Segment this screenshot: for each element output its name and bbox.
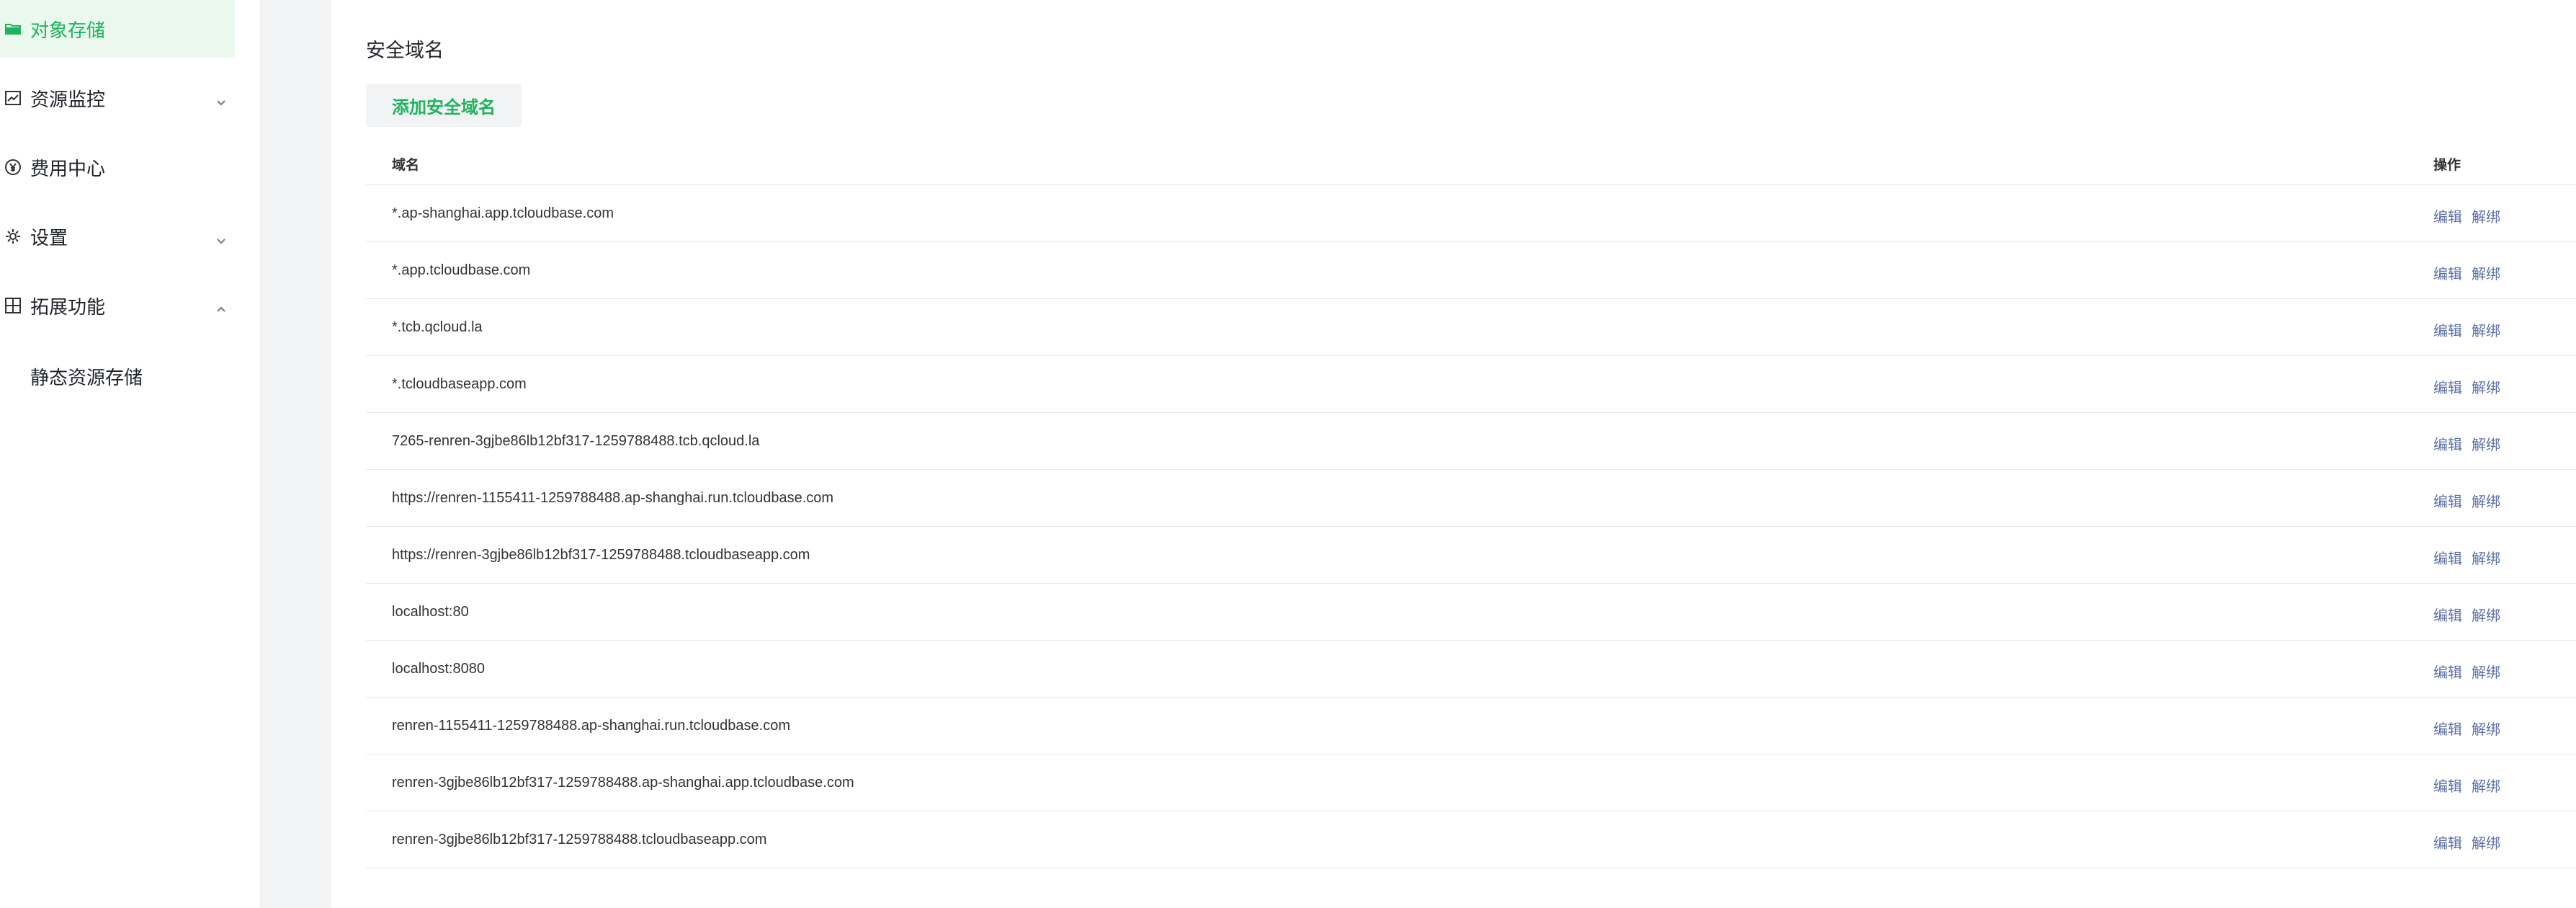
sidebar-item-label: 费用中心 [30, 157, 106, 179]
table-row: *.tcloudbaseapp.com 编辑 解绑 [366, 356, 2576, 413]
edit-link[interactable]: 编辑 [2433, 547, 2462, 568]
domain-cell: *.tcloudbaseapp.com [392, 376, 527, 392]
add-domain-button[interactable]: 添加安全域名 [366, 84, 522, 127]
unbind-link[interactable]: 解绑 [2472, 205, 2500, 226]
table-header: 域名 操作 [366, 138, 2576, 185]
unbind-link[interactable]: 解绑 [2472, 832, 2500, 853]
chevron-down-icon[interactable] [215, 230, 228, 244]
edit-link[interactable]: 编辑 [2433, 433, 2462, 454]
grid-icon [4, 297, 22, 314]
domain-cell: https://renren-1155411-1259788488.ap-sha… [392, 490, 834, 506]
edit-link[interactable]: 编辑 [2433, 661, 2462, 682]
sidebar-subitem-static-storage[interactable]: 静态资源存储 [30, 363, 143, 390]
domain-cell: 7265-renren-3gjbe86lb12bf317-1259788488.… [392, 433, 760, 449]
page-title: 安全域名 [366, 40, 444, 61]
edit-link[interactable]: 编辑 [2433, 775, 2462, 796]
table-row: 7265-renren-3gjbe86lb12bf317-1259788488.… [366, 413, 2576, 470]
sidebar-item-label: 资源监控 [30, 88, 106, 110]
sidebar-item-label: 拓展功能 [30, 295, 106, 318]
sidebar-item-resource-monitor[interactable]: 资源监控 [0, 69, 235, 127]
chevron-down-icon[interactable] [215, 92, 228, 106]
sidebar-item-billing[interactable]: 费用中心 [0, 138, 235, 196]
domain-cell: *.tcb.qcloud.la [392, 319, 483, 335]
layout-gutter [259, 0, 331, 908]
domain-cell: renren-1155411-1259788488.ap-shanghai.ru… [392, 718, 790, 734]
edit-link[interactable]: 编辑 [2433, 832, 2462, 853]
edit-link[interactable]: 编辑 [2433, 718, 2462, 739]
table-row: *.tcb.qcloud.la 编辑 解绑 [366, 299, 2576, 356]
domain-cell: localhost:8080 [392, 661, 485, 677]
domain-table: 域名 操作 *.ap-shanghai.app.tcloudbase.com 编辑… [366, 138, 2576, 868]
sidebar-item-label: 对象存储 [30, 19, 106, 41]
table-row: *.app.tcloudbase.com 编辑 解绑 [366, 242, 2576, 299]
column-header-actions: 操作 [2433, 158, 2461, 173]
domain-cell: renren-3gjbe86lb12bf317-1259788488.ap-sh… [392, 775, 854, 791]
domain-cell: renren-3gjbe86lb12bf317-1259788488.tclou… [392, 832, 767, 847]
table-row: https://renren-1155411-1259788488.ap-sha… [366, 470, 2576, 527]
domain-cell: https://renren-3gjbe86lb12bf317-12597884… [392, 547, 810, 563]
table-row: https://renren-3gjbe86lb12bf317-12597884… [366, 527, 2576, 584]
table-row: *.ap-shanghai.app.tcloudbase.com 编辑 解绑 [366, 185, 2576, 242]
edit-link[interactable]: 编辑 [2433, 376, 2462, 397]
sidebar-item-extensions[interactable]: 拓展功能 [0, 277, 235, 334]
domain-cell: localhost:80 [392, 604, 469, 620]
edit-link[interactable]: 编辑 [2433, 205, 2462, 226]
sidebar-item-object-storage[interactable]: 对象存储 [0, 0, 235, 58]
unbind-link[interactable]: 解绑 [2472, 319, 2500, 340]
folder-icon [4, 20, 22, 37]
sidebar-item-settings[interactable]: 设置 [0, 208, 235, 265]
column-header-domain: 域名 [392, 158, 420, 173]
unbind-link[interactable]: 解绑 [2472, 718, 2500, 739]
unbind-link[interactable]: 解绑 [2472, 547, 2500, 568]
table-body: *.ap-shanghai.app.tcloudbase.com 编辑 解绑 *.ap… [366, 185, 2576, 868]
gear-icon [4, 228, 22, 245]
chevron-up-icon[interactable] [215, 299, 228, 312]
unbind-link[interactable]: 解绑 [2472, 262, 2500, 283]
edit-link[interactable]: 编辑 [2433, 604, 2462, 625]
domain-cell: *.app.tcloudbase.com [392, 262, 531, 278]
unbind-link[interactable]: 解绑 [2472, 376, 2500, 397]
edit-link[interactable]: 编辑 [2433, 490, 2462, 511]
unbind-link[interactable]: 解绑 [2472, 604, 2500, 625]
table-row: renren-1155411-1259788488.ap-shanghai.ru… [366, 698, 2576, 755]
table-row: renren-3gjbe86lb12bf317-1259788488.tclou… [366, 811, 2576, 868]
table-row: renren-3gjbe86lb12bf317-1259788488.ap-sh… [366, 755, 2576, 811]
sidebar: 对象存储 资源监控 费用中心 设置 拓展功能 静态资源存储 [0, 0, 235, 908]
unbind-link[interactable]: 解绑 [2472, 661, 2500, 682]
edit-link[interactable]: 编辑 [2433, 262, 2462, 283]
unbind-link[interactable]: 解绑 [2472, 490, 2500, 511]
domain-cell: *.ap-shanghai.app.tcloudbase.com [392, 205, 614, 221]
table-row: localhost:80 编辑 解绑 [366, 584, 2576, 641]
unbind-link[interactable]: 解绑 [2472, 775, 2500, 796]
chart-line-icon [4, 89, 22, 107]
yen-circle-icon [4, 159, 22, 176]
unbind-link[interactable]: 解绑 [2472, 433, 2500, 454]
sidebar-item-label: 设置 [30, 226, 68, 249]
table-row: localhost:8080 编辑 解绑 [366, 641, 2576, 698]
edit-link[interactable]: 编辑 [2433, 319, 2462, 340]
